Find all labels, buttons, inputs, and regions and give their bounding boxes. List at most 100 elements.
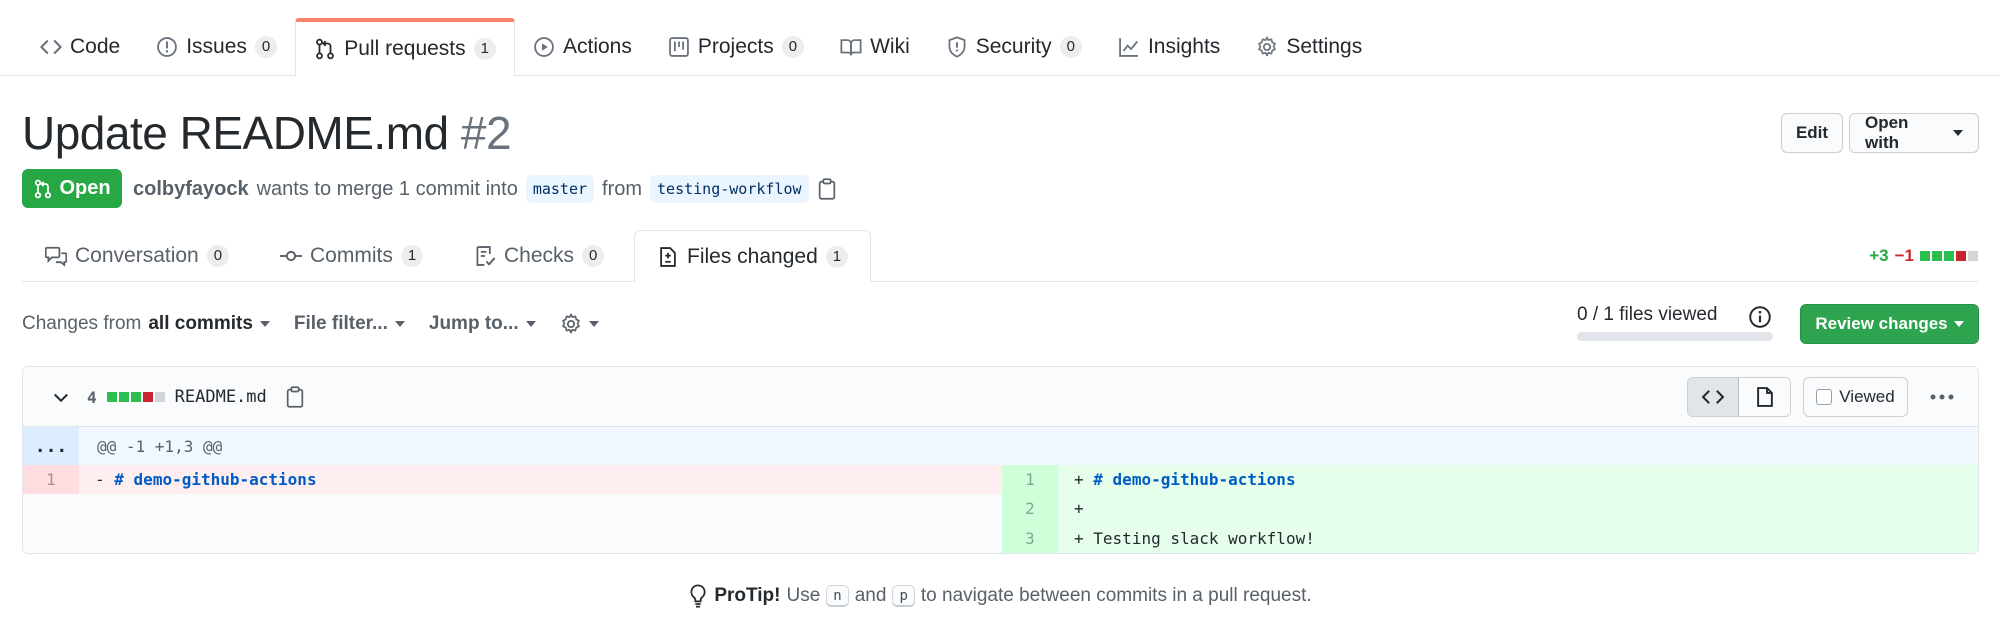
book-icon: [840, 39, 862, 56]
diff-marker: +: [1074, 529, 1084, 548]
tab-commits[interactable]: Commits 1: [280, 230, 424, 282]
repo-tab-wiki[interactable]: Wiki: [822, 18, 928, 76]
repo-tab-label: Wiki: [870, 35, 910, 58]
changes-from-dropdown[interactable]: Changes from all commits: [22, 313, 270, 335]
source-diff-button[interactable]: [1688, 378, 1739, 416]
rich-diff-button[interactable]: [1739, 378, 1790, 416]
info-icon[interactable]: [1748, 305, 1772, 329]
caret-down-icon: [588, 321, 599, 327]
open-with-label: Open with: [1865, 113, 1909, 152]
diff-marker: -: [95, 470, 105, 489]
repo-tab-actions[interactable]: Actions: [515, 18, 650, 76]
repo-tab-label: Settings: [1286, 35, 1363, 58]
project-icon: [669, 37, 689, 57]
file-filter-dropdown[interactable]: File filter...: [294, 313, 405, 335]
state-label: Open: [59, 177, 111, 199]
expand-hunk-button[interactable]: ...: [23, 427, 79, 465]
viewed-checkbox[interactable]: [1816, 389, 1833, 405]
pull-request-icon: [35, 179, 52, 198]
tab-counter: 1: [825, 245, 849, 268]
file-diffstat-blocks: [106, 392, 165, 402]
view-toggle-group: [1687, 377, 1791, 417]
repo-tab-label: Security: [975, 35, 1052, 58]
edit-button[interactable]: Edit: [1781, 113, 1843, 153]
files-viewed-progress: 0 / 1 files viewed: [1577, 304, 1773, 341]
key-p: p: [892, 585, 915, 607]
state-badge: Open: [22, 169, 122, 208]
issues-counter: 0: [254, 36, 278, 58]
base-branch[interactable]: master: [525, 175, 595, 203]
repo-tab-insights[interactable]: Insights: [1100, 18, 1238, 76]
clipboard-icon[interactable]: [285, 386, 305, 408]
diffstat: +3 −1: [1869, 246, 1978, 266]
review-changes-button[interactable]: Review changes: [1800, 304, 1979, 344]
line-number[interactable]: 2: [1002, 494, 1058, 523]
file-diff-icon: [660, 246, 676, 267]
repo-tab-label: Code: [70, 35, 121, 58]
changes-value: all commits: [148, 313, 253, 334]
jump-to-dropdown[interactable]: Jump to...: [429, 313, 536, 335]
kebab-horizontal-icon[interactable]: [1924, 379, 1960, 415]
diffstat-blocks: [1920, 251, 1978, 261]
empty-diff-area: [23, 494, 1002, 553]
checklist-icon: [476, 246, 496, 266]
pr-number: #2: [460, 107, 512, 159]
gear-icon: [561, 313, 580, 334]
repo-tab-pull-requests[interactable]: Pull requests 1: [295, 18, 515, 77]
pr-tabs: Conversation 0 Commits 1 Checks 0 Files …: [0, 230, 2000, 283]
additions-count: +3: [1869, 246, 1889, 265]
protip-rest: to navigate between commits in a pull re…: [920, 585, 1312, 606]
tab-label: Checks: [504, 244, 575, 267]
light-bulb-icon: [690, 584, 706, 608]
added-line: 2 +: [1002, 494, 1978, 523]
code-text: # demo-github-actions: [114, 470, 317, 489]
line-number[interactable]: 1: [1002, 465, 1058, 494]
repo-tab-label: Issues: [186, 35, 247, 58]
head-branch[interactable]: testing-workflow: [650, 175, 809, 203]
pr-meta: colbyfayock wants to merge 1 commit into…: [133, 172, 837, 206]
open-with-button[interactable]: Open with: [1849, 113, 1979, 153]
merge-text: wants to merge 1 commit into: [256, 177, 518, 200]
repo-tab-settings[interactable]: Settings: [1238, 18, 1380, 76]
tab-label: Commits: [310, 244, 393, 267]
key-n: n: [826, 585, 849, 607]
files-viewed-bar: [1577, 332, 1773, 341]
pr-title-text: Update README.md: [22, 107, 449, 159]
graph-icon: [1119, 38, 1138, 57]
comment-discussion-icon: [45, 246, 67, 267]
added-line: 1 + # demo-github-actions: [1002, 465, 1978, 494]
caret-down-icon: [525, 321, 536, 327]
tab-conversation[interactable]: Conversation 0: [45, 230, 230, 282]
repo-tab-label: Actions: [563, 35, 632, 58]
repo-tab-projects[interactable]: Projects 0: [650, 18, 822, 76]
diff-settings-dropdown[interactable]: [560, 313, 599, 335]
author-link[interactable]: colbyfayock: [133, 178, 249, 201]
line-number[interactable]: 3: [1002, 523, 1058, 553]
file-name[interactable]: README.md: [175, 387, 267, 407]
commit-icon: [280, 250, 302, 262]
pull-request-icon: [316, 38, 335, 60]
hunk-range: @@ -1 +1,3 @@: [97, 436, 223, 456]
repo-tab-label: Pull requests: [344, 37, 466, 60]
tab-counter: 0: [582, 245, 605, 267]
tab-counter: 1: [400, 245, 424, 267]
code-text: Testing slack workflow!: [1093, 529, 1315, 548]
tab-files-changed[interactable]: Files changed 1: [634, 230, 872, 283]
diff-marker: +: [1074, 499, 1084, 518]
review-changes-label: Review changes: [1815, 314, 1948, 333]
files-toolbar: Changes from all commits File filter... …: [22, 306, 599, 342]
split-diff: 1 - # demo-github-actions 1 + # demo-git…: [23, 465, 1978, 553]
viewed-label: Viewed: [1839, 387, 1895, 406]
repo-tab-security[interactable]: Security 0: [928, 18, 1100, 76]
tab-checks[interactable]: Checks 0: [474, 230, 605, 282]
repo-tab-code[interactable]: Code: [22, 18, 138, 76]
chevron-down-icon[interactable]: [51, 387, 71, 407]
tab-counter: 0: [206, 245, 230, 267]
clipboard-icon[interactable]: [817, 178, 837, 200]
repo-tab-issues[interactable]: Issues 0: [138, 18, 295, 76]
line-number[interactable]: 1: [23, 465, 79, 494]
file-header: 4 README.md Viewed: [23, 367, 1978, 427]
viewed-checkbox-button[interactable]: Viewed: [1803, 377, 1908, 417]
file-icon: [1756, 387, 1773, 407]
diff-left-side: 1 - # demo-github-actions: [23, 465, 1002, 553]
